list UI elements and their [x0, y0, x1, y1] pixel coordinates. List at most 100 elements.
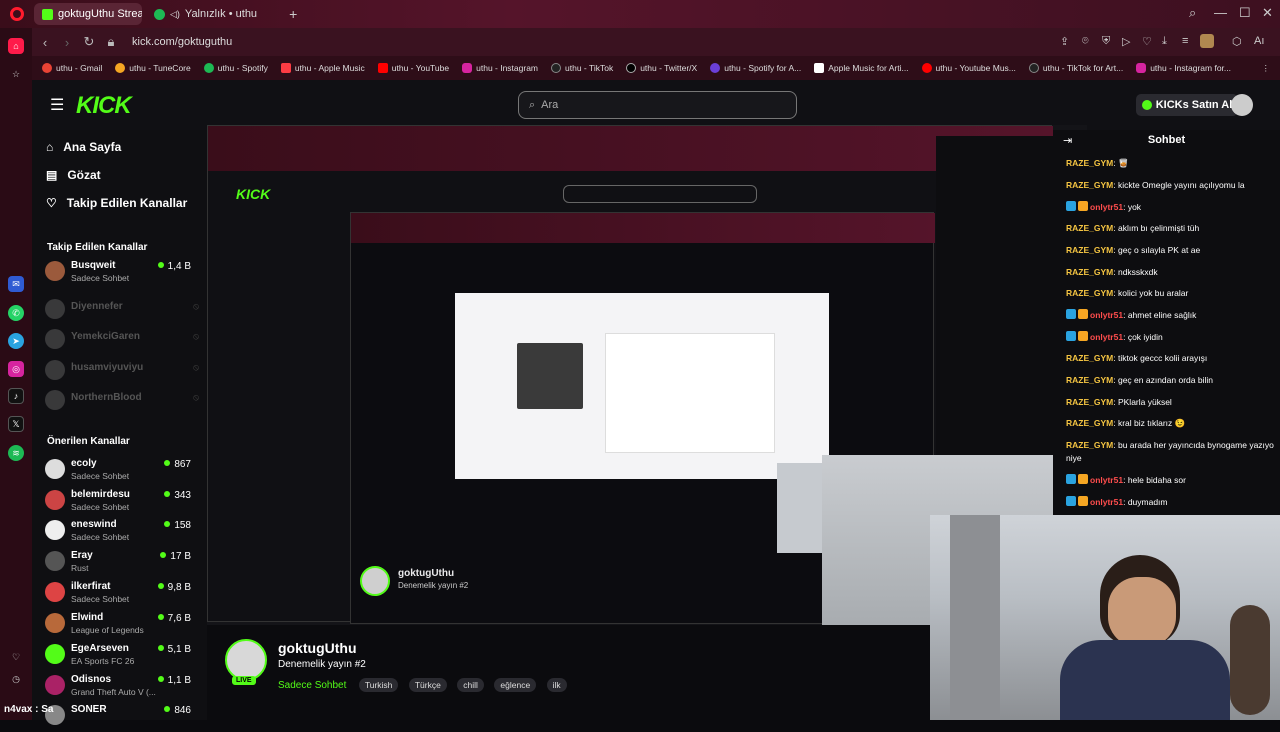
messenger-icon[interactable]: ✉ [8, 276, 24, 292]
gmail-icon [42, 63, 52, 73]
bookmark-item[interactable]: uthu - Instagram [462, 63, 538, 73]
avatar [45, 551, 65, 571]
new-tab-icon[interactable]: + [289, 6, 297, 22]
play-icon[interactable]: ▷ [1122, 35, 1130, 48]
nav-browse[interactable]: ▤ Gözat [46, 168, 101, 182]
category-link[interactable]: Sadece Sohbet [278, 680, 346, 691]
forward-icon[interactable]: › [56, 35, 78, 50]
tag[interactable]: eğlence [494, 678, 537, 692]
bookmark-item[interactable]: uthu - Instagram for... [1136, 63, 1231, 73]
tiktok-sidebar-icon[interactable]: ♪ [8, 388, 24, 404]
ai-icon[interactable]: Aı [1254, 35, 1264, 47]
spotify-favicon-icon [154, 8, 165, 20]
url-field[interactable]: kick.com/goktuguthu [132, 36, 232, 48]
search-input[interactable]: ⌕ Ara [518, 91, 797, 119]
tag[interactable]: Turkish [358, 678, 399, 692]
chat-message: RAZE_GYM: kickte Omegle yayını açılıyomu… [1066, 180, 1245, 190]
channel-name[interactable]: goktugUthu [278, 640, 357, 656]
tag[interactable]: Türkçe [408, 678, 447, 692]
spotify-sidebar-icon[interactable]: ≋ [8, 445, 24, 461]
user-avatar[interactable] [1231, 94, 1253, 116]
tag[interactable]: ilk [546, 678, 567, 692]
bookmark-item[interactable]: uthu - TikTok for Art... [1028, 63, 1123, 73]
history-icon[interactable]: ◷ [8, 671, 24, 687]
kicks-buy-button[interactable]: KICKs Satın Al [1136, 94, 1238, 116]
chat-title: Sohbet [1147, 134, 1186, 146]
avatar [45, 459, 65, 479]
close-icon[interactable]: ✕ [1262, 5, 1273, 21]
home-icon[interactable]: ⌂ [8, 38, 24, 54]
badge-icon [1066, 309, 1076, 319]
x-sidebar-icon[interactable]: 𝕏 [8, 416, 24, 432]
bookmark-item[interactable]: uthu - Gmail [42, 63, 102, 73]
bookmark-item[interactable]: uthu - YouTube [377, 63, 449, 73]
bookmark-item[interactable]: uthu - Twitter/X [626, 63, 697, 73]
maximize-icon[interactable]: ☐ [1239, 5, 1251, 21]
home-nav-icon: ⌂ [46, 140, 54, 154]
channel-item[interactable]: eneswind Sadece Sohbet 158 [45, 517, 205, 547]
tab-spotify[interactable]: ◁) Yalnızlık • uthu [146, 3, 265, 25]
bookmark-item[interactable]: uthu - TuneCore [115, 63, 191, 73]
bookmark-item[interactable]: uthu - TikTok [551, 63, 613, 73]
bookmark-item[interactable]: uthu - Youtube Mus... [921, 63, 1016, 73]
star-icon[interactable]: ☆ [8, 66, 24, 82]
channel-item[interactable]: ecoly Sadece Sohbet 867 [45, 456, 205, 486]
search-tabs-icon[interactable]: ⌕ [1189, 5, 1196, 21]
channel-item[interactable]: ilkerfirat Sadece Sohbet 9,8 B [45, 579, 205, 609]
instagram-business-icon [1136, 63, 1147, 73]
menu-icon[interactable]: ≡ [1182, 35, 1188, 47]
channel-item[interactable]: Elwind League of Legends 7,6 B [45, 610, 205, 640]
channel-avatar[interactable] [225, 639, 267, 681]
chat-message: onlytr51: çok iyidin [1066, 331, 1276, 344]
tab-stream[interactable]: goktugUthu Stream - Wa [34, 3, 142, 25]
shield-icon[interactable]: ⛨ [1102, 35, 1110, 48]
heart-nav-icon: ♡ [46, 196, 57, 210]
profile-icon[interactable] [1200, 34, 1214, 48]
download-icon[interactable]: ⤓ [1162, 35, 1167, 48]
channel-item[interactable]: Eray Rust 17 B [45, 548, 205, 578]
telegram-icon[interactable]: ➤ [8, 333, 24, 349]
avatar [45, 520, 65, 540]
channel-item[interactable]: Odisnos Grand Theft Auto V (... 1,1 B [45, 672, 205, 702]
live-badge: LIVE [232, 676, 256, 685]
bookmark-item[interactable]: uthu - Apple Music [280, 63, 365, 73]
instagram-sidebar-icon[interactable]: ◎ [8, 361, 24, 377]
nav-following[interactable]: ♡ Takip Edilen Kanallar [46, 196, 187, 210]
tab-label: Yalnızlık • uthu [184, 8, 258, 20]
channel-item[interactable]: Diyennefer ⦸ [45, 296, 205, 326]
channel-item[interactable]: belemirdesu Sadece Sohbet 343 [45, 487, 205, 517]
chat-message: RAZE_GYM: 🥃 [1066, 158, 1129, 168]
back-icon[interactable]: ‹ [34, 35, 56, 50]
channel-item[interactable]: NorthernBlood ⦸ [45, 387, 205, 417]
whatsapp-icon[interactable]: ✆ [8, 305, 24, 321]
heart-icon[interactable]: ♡ [1142, 35, 1152, 48]
bookmark-item[interactable]: uthu - Spotify for A... [710, 63, 801, 73]
bookmark-item[interactable]: Apple Music for Arti... [814, 63, 909, 73]
reload-icon[interactable]: ↻ [78, 34, 100, 50]
extensions-icon[interactable]: ⬡ [1232, 35, 1242, 48]
share-icon[interactable]: ⇪ [1060, 35, 1069, 48]
kicks-icon [1141, 100, 1152, 110]
channel-item[interactable]: Busqweit Sadece Sohbet 1,4 B [45, 258, 205, 288]
hamburger-icon[interactable]: ☰ [50, 95, 64, 115]
kick-logo[interactable]: KICK [76, 92, 132, 120]
camera-icon[interactable]: ⌾ [1082, 35, 1089, 48]
heart-sidebar-icon[interactable]: ♡ [8, 649, 24, 665]
nav-home[interactable]: ⌂ Ana Sayfa [46, 140, 121, 154]
bookmarks-more-icon[interactable]: ⋮ [1262, 63, 1271, 74]
opera-logo-icon[interactable] [10, 7, 24, 21]
channel-item[interactable]: husamviyuviyu ⦸ [45, 357, 205, 387]
nested-channel-name: goktugUthu [398, 568, 455, 579]
channel-item[interactable]: EgeArseven EA Sports FC 26 5,1 B [45, 641, 205, 671]
address-bar: ‹ › ↻ 🔒︎ kick.com/goktuguthu ⇪ ⌾ ⛨ ▷ ♡ ⤓… [32, 28, 1280, 56]
channel-item[interactable]: SONER 846 [45, 702, 205, 732]
offline-icon: ⦸ [193, 301, 199, 311]
channel-item[interactable]: YemekciGaren ⦸ [45, 326, 205, 356]
nested-browser-chrome-2 [351, 213, 935, 243]
bookmark-item[interactable]: uthu - Spotify [203, 63, 268, 73]
badge-icon [1066, 496, 1076, 506]
avatar [45, 360, 65, 380]
minimize-icon[interactable]: — [1214, 5, 1227, 20]
chat-message: RAZE_GYM: geç o sılayla PK at ae [1066, 245, 1201, 255]
tag[interactable]: chill [457, 678, 484, 692]
